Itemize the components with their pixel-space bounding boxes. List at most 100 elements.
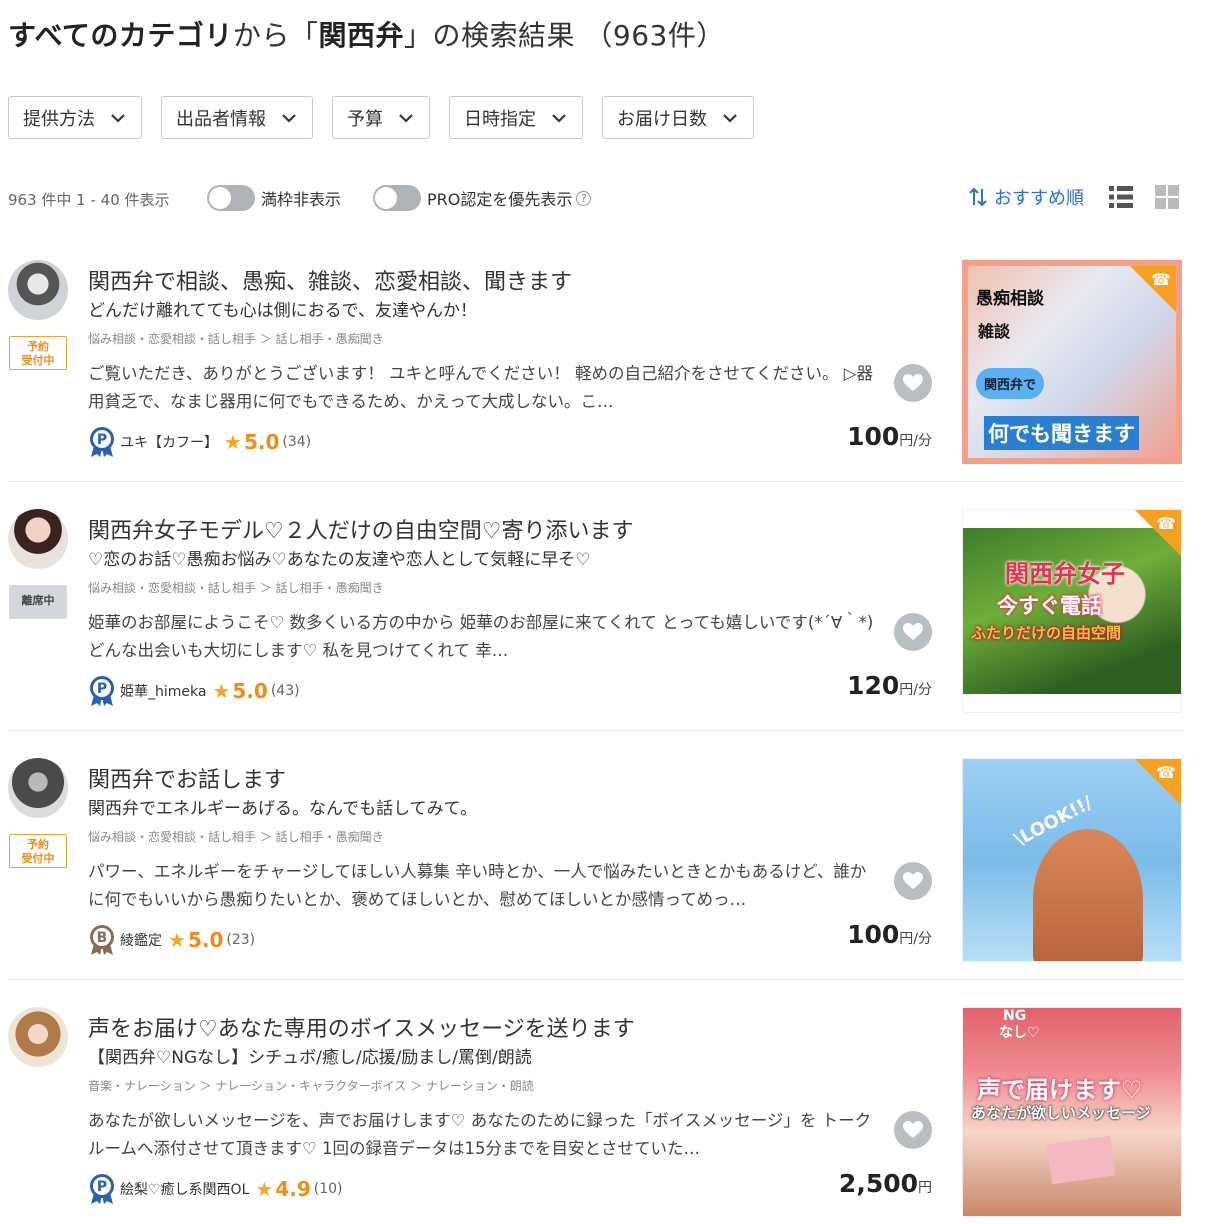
page-title: すべてのカテゴリから「関西弁」の検索結果 （963件）: [8, 14, 725, 54]
seller-name[interactable]: ユキ【カフー】: [120, 432, 218, 452]
filter-label: 予算: [347, 108, 383, 130]
seller-info[interactable]: P 絵梨♡癒し系関西OL ★ 4.9 (10): [88, 1173, 343, 1205]
toggle-switch[interactable]: [373, 185, 421, 211]
list-item[interactable]: 予約 受付中 関西弁でお話します 関西弁でエネルギーあげる。なんでも話してみて。…: [8, 748, 1184, 980]
filter-budget[interactable]: 予算: [332, 96, 430, 139]
seller-name[interactable]: 絵梨♡癒し系関西OL: [120, 1179, 249, 1199]
chevron-down-icon: [399, 113, 413, 123]
category-breadcrumb[interactable]: 悩み相談・恋愛相談・話し相手 ＞ 話し相手・愚痴聞き: [88, 579, 384, 596]
category-breadcrumb[interactable]: 音楽・ナレーション ＞ ナレーション・キャラクターボイス ＞ ナレーション・朗読: [88, 1077, 534, 1094]
results-range: 963 件中 1 - 40 件表示: [8, 191, 170, 209]
thumbnail-text: 何でも聞きます: [984, 416, 1139, 450]
avatar[interactable]: [8, 260, 68, 320]
service-title[interactable]: 関西弁で相談、愚痴、雑談、恋愛相談、聞きます: [88, 264, 572, 296]
result-count: （963件）: [584, 19, 725, 52]
rating-value: 5.0: [187, 928, 224, 952]
filter-seller-info[interactable]: 出品者情報: [161, 96, 313, 139]
chevron-down-icon: [552, 113, 566, 123]
phone-icon: ☎: [1156, 514, 1176, 533]
chevron-down-icon: [111, 113, 125, 123]
thumbnail-text: 雑談: [978, 322, 1011, 341]
favorite-button[interactable]: [894, 1111, 932, 1149]
category-name: すべてのカテゴリ: [8, 19, 233, 52]
service-subtitle: 【関西弁♡NGなし】シチュボ/癒し/応援/励まし/罵倒/朗読: [88, 1048, 532, 1068]
seller-name[interactable]: 姫華_himeka: [120, 681, 206, 701]
service-thumbnail[interactable]: NG なし♡ 声で届けます♡ あなたが欲しいメッセージ: [962, 1007, 1182, 1217]
price-unit: 円/分: [899, 931, 932, 947]
favorite-button[interactable]: [894, 862, 932, 900]
seller-info[interactable]: P 姫華_himeka ★ 5.0 (43): [88, 675, 300, 707]
sort-arrows-icon: [969, 187, 987, 207]
list-item[interactable]: 予約 受付中 関西弁で相談、愚痴、雑談、恋愛相談、聞きます どんだけ離れてても心…: [8, 250, 1184, 482]
thumbnail-text: なし♡: [999, 1025, 1040, 1041]
results-toolbar: 963 件中 1 - 40 件表示 満枠非表示 PRO認定を優先表示? おすすめ…: [8, 184, 1180, 214]
service-description: パワー、エネルギーをチャージしてほしい人募集 辛い時とか、一人で悩みたいときとか…: [88, 862, 867, 909]
favorite-button[interactable]: [894, 364, 932, 402]
seller-name[interactable]: 綾鑑定: [120, 930, 162, 950]
status-badge: 予約 受付中: [9, 834, 67, 868]
thumbnail-photo: [1033, 829, 1143, 961]
service-thumbnail[interactable]: \LOOK!!/ ☎: [962, 758, 1182, 962]
service-title[interactable]: 声をお届け♡あなた専用のボイスメッセージを送ります: [88, 1011, 635, 1043]
phone-icon: ☎: [1151, 270, 1171, 289]
service-thumbnail[interactable]: 愚痴相談 雑談 関西弁で 何でも聞きます ☎: [962, 260, 1182, 464]
service-subtitle: 関西弁でエネルギーあげる。なんでも話してみて。: [88, 799, 478, 819]
price-unit: 円: [918, 1180, 932, 1196]
price-unit: 円/分: [899, 682, 932, 698]
avatar[interactable]: [8, 1007, 68, 1067]
price-amount: 2,500: [838, 1169, 918, 1198]
review-count: (23): [226, 932, 256, 948]
filter-label: 出品者情報: [176, 108, 266, 130]
category-breadcrumb[interactable]: 悩み相談・恋愛相談・話し相手 ＞ 話し相手・愚痴聞き: [88, 828, 384, 845]
thumbnail-text: 関西弁女子: [1005, 560, 1125, 588]
list-item[interactable]: 声をお届け♡あなた専用のボイスメッセージを送ります 【関西弁♡NGなし】シチュボ…: [8, 997, 1184, 1224]
filter-bar: 提供方法 出品者情報 予算 日時指定 お届け日数: [8, 96, 754, 139]
avatar[interactable]: [8, 758, 68, 818]
status-badge: 離席中: [9, 585, 67, 619]
grid-view-icon[interactable]: [1154, 184, 1180, 210]
thumbnail-text: 今すぐ電話: [997, 594, 1102, 618]
filter-label: 提供方法: [23, 108, 95, 130]
avatar[interactable]: [8, 509, 68, 569]
review-count: (34): [282, 434, 312, 450]
price-amount: 120: [847, 671, 900, 700]
list-item[interactable]: 離席中 関西弁女子モデル♡２人だけの自由空間♡寄り添います ♡恋のお話♡愚痴お悩…: [8, 499, 1184, 731]
list-view-icon[interactable]: [1108, 184, 1134, 210]
thumbnail-text: ふたりだけの自由空間: [971, 624, 1122, 642]
price: 100円/分: [847, 920, 932, 949]
service-thumbnail[interactable]: 関西弁女子 今すぐ電話 ふたりだけの自由空間 ☎: [962, 509, 1182, 713]
rating-value: 5.0: [232, 679, 268, 703]
toggle-label: PRO認定を優先表示: [427, 190, 573, 209]
seller-info[interactable]: B 綾鑑定 ★ 5.0 (23): [88, 924, 255, 956]
chevron-down-icon: [282, 113, 296, 123]
help-icon[interactable]: ?: [576, 190, 592, 206]
filter-delivery-method[interactable]: 提供方法: [8, 96, 142, 139]
heart-icon: [903, 872, 923, 889]
favorite-button[interactable]: [894, 613, 932, 651]
sort-dropdown[interactable]: おすすめ順: [968, 184, 1084, 210]
filter-label: 日時指定: [464, 108, 536, 130]
category-breadcrumb[interactable]: 悩み相談・恋愛相談・話し相手 ＞ 話し相手・愚痴聞き: [88, 330, 384, 347]
svg-text:P: P: [97, 432, 107, 448]
rating-value: 4.9: [275, 1177, 311, 1201]
service-subtitle: ♡恋のお話♡愚痴お悩み♡あなたの友達や恋人として気軽に早そ♡: [88, 550, 591, 570]
svg-text:B: B: [97, 930, 108, 946]
seller-info[interactable]: P ユキ【カフー】 ★ 5.0 (34): [88, 426, 311, 458]
service-subtitle: どんだけ離れてても心は側におるで、友達やんか！: [88, 301, 477, 321]
toggle-hide-full[interactable]: 満枠非表示: [207, 185, 341, 211]
service-title[interactable]: 関西弁女子モデル♡２人だけの自由空間♡寄り添います: [88, 513, 633, 545]
filter-delivery-days[interactable]: お届け日数: [602, 96, 754, 139]
chevron-down-icon: [723, 113, 737, 123]
phone-icon: ☎: [1156, 763, 1176, 782]
star-icon: ★: [255, 1177, 274, 1201]
service-title[interactable]: 関西弁でお話します: [88, 762, 286, 794]
toggle-pro-priority[interactable]: PRO認定を優先表示?: [373, 185, 592, 211]
filter-datetime[interactable]: 日時指定: [449, 96, 583, 139]
price: 2,500円: [839, 1169, 932, 1198]
service-description: 姫華のお部屋にようこそ♡ 数多くいる方の中から 姫華のお部屋に来てくれて とって…: [88, 613, 874, 660]
price-amount: 100: [847, 920, 900, 949]
thumbnail-text: 愚痴相談: [976, 289, 1044, 309]
toggle-switch[interactable]: [207, 185, 255, 211]
svg-text:P: P: [97, 1179, 107, 1195]
status-badge: 予約 受付中: [9, 336, 67, 370]
